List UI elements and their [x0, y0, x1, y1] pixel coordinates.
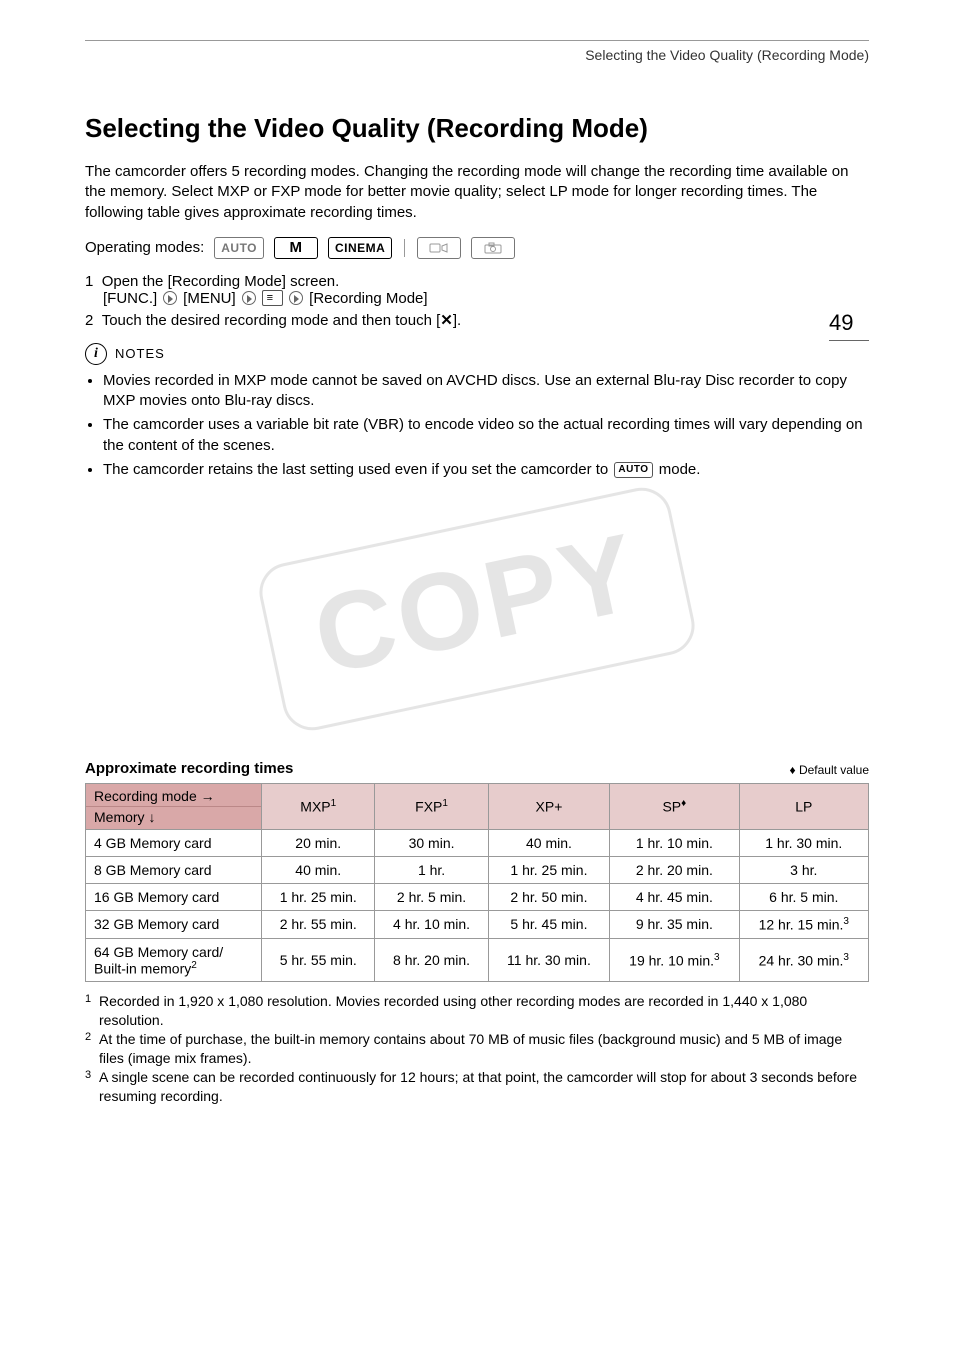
note-item: Movies recorded in MXP mode cannot be sa…: [103, 371, 869, 412]
mode-chip-photo-play-icon: [471, 237, 515, 259]
operating-modes-row: Operating modes: AUTO M CINEMA: [85, 237, 869, 259]
table-cell: 2 hr. 50 min.: [488, 884, 609, 911]
row-label: 8 GB Memory card: [86, 857, 262, 884]
table-row: 32 GB Memory card2 hr. 55 min.4 hr. 10 m…: [86, 911, 869, 939]
notes-heading: i NOTES: [85, 343, 869, 365]
copy-watermark: COPY: [85, 500, 869, 760]
path-menu: [MENU]: [183, 290, 236, 307]
table-cell: 4 hr. 45 min.: [610, 884, 739, 911]
col-mxp: MXP1: [262, 784, 375, 830]
table-cell: 40 min.: [262, 857, 375, 884]
table-cell: 2 hr. 55 min.: [262, 911, 375, 939]
table-row: 8 GB Memory card40 min.1 hr.1 hr. 25 min…: [86, 857, 869, 884]
mode-chip-auto: AUTO: [214, 237, 264, 259]
page-number: 49: [829, 310, 869, 341]
row-label: 16 GB Memory card: [86, 884, 262, 911]
step-1-number: 1: [85, 273, 93, 290]
table-cell: 5 hr. 45 min.: [488, 911, 609, 939]
mode-chip-m: M: [274, 237, 318, 259]
table-cell: 9 hr. 35 min.: [610, 911, 739, 939]
table-cell: 1 hr. 25 min.: [262, 884, 375, 911]
corner-top: Recording mode →: [94, 788, 253, 804]
camera-tab-icon: [262, 290, 283, 306]
col-xpplus: XP+: [488, 784, 609, 830]
table-cell: 1 hr. 30 min.: [739, 830, 868, 857]
mode-chip-cinema: CINEMA: [328, 237, 392, 259]
section-title: Selecting the Video Quality (Recording M…: [85, 113, 869, 144]
path-recmode: [Recording Mode]: [309, 290, 427, 307]
table-corner: Recording mode → Memory ↓: [86, 784, 262, 830]
path-func: [FUNC.]: [103, 290, 157, 307]
corner-bottom: Memory ↓: [94, 809, 253, 825]
table-cell: 11 hr. 30 min.: [488, 938, 609, 982]
mode-separator: [404, 239, 405, 257]
table-cell: 30 min.: [375, 830, 488, 857]
table-cell: 6 hr. 5 min.: [739, 884, 868, 911]
notes-label: NOTES: [115, 346, 165, 361]
table-row: 64 GB Memory card/Built-in memory25 hr. …: [86, 938, 869, 982]
row-label: 4 GB Memory card: [86, 830, 262, 857]
table-title: Approximate recording times: [85, 760, 293, 777]
info-icon: i: [85, 343, 107, 365]
footnotes: 1Recorded in 1,920 x 1,080 resolution. M…: [85, 992, 869, 1105]
col-sp: SP♦: [610, 784, 739, 830]
table-cell: 20 min.: [262, 830, 375, 857]
table-cell: 1 hr. 25 min.: [488, 857, 609, 884]
table-cell: 19 hr. 10 min.3: [610, 938, 739, 982]
intro-paragraph: The camcorder offers 5 recording modes. …: [85, 162, 869, 223]
row-label: 32 GB Memory card: [86, 911, 262, 939]
step-2-text-b: ].: [453, 312, 461, 329]
mode-chip-movie-play-icon: [417, 237, 461, 259]
steps-list: 1 Open the [Recording Mode] screen. [FUN…: [85, 273, 869, 329]
table-cell: 5 hr. 55 min.: [262, 938, 375, 982]
arrow-icon: [289, 291, 303, 305]
table-row: 16 GB Memory card1 hr. 25 min.2 hr. 5 mi…: [86, 884, 869, 911]
table-cell: 2 hr. 20 min.: [610, 857, 739, 884]
table-cell: 24 hr. 30 min.3: [739, 938, 868, 982]
footnote: 1Recorded in 1,920 x 1,080 resolution. M…: [85, 992, 869, 1030]
step-2-number: 2: [85, 312, 93, 329]
table-cell: 12 hr. 15 min.3: [739, 911, 868, 939]
step-2-text-a: Touch the desired recording mode and the…: [102, 312, 441, 329]
table-cell: 40 min.: [488, 830, 609, 857]
note-item: The camcorder uses a variable bit rate (…: [103, 415, 869, 456]
col-lp: LP: [739, 784, 868, 830]
close-x-icon: ✕: [440, 312, 453, 329]
table-cell: 3 hr.: [739, 857, 868, 884]
running-head: Selecting the Video Quality (Recording M…: [85, 47, 869, 63]
col-fxp: FXP1: [375, 784, 488, 830]
table-cell: 2 hr. 5 min.: [375, 884, 488, 911]
arrow-icon: [242, 291, 256, 305]
notes-list: Movies recorded in MXP mode cannot be sa…: [85, 371, 869, 480]
recording-times-table: Recording mode → Memory ↓ MXP1 FXP1 XP+ …: [85, 783, 869, 982]
default-value-label: ♦ Default value: [789, 763, 869, 777]
auto-badge-icon: AUTO: [614, 462, 652, 478]
arrow-icon: [163, 291, 177, 305]
footnote: 3A single scene can be recorded continuo…: [85, 1068, 869, 1106]
note-3a: The camcorder retains the last setting u…: [103, 461, 612, 478]
step-1-path: [FUNC.] [MENU] [Recording Mode]: [103, 290, 869, 307]
step-1-text: Open the [Recording Mode] screen.: [102, 273, 340, 290]
note-3b: mode.: [655, 461, 701, 478]
table-row: 4 GB Memory card20 min.30 min.40 min.1 h…: [86, 830, 869, 857]
table-cell: 1 hr.: [375, 857, 488, 884]
default-value-text: Default value: [799, 763, 869, 777]
operating-modes-label: Operating modes:: [85, 239, 204, 256]
note-item: The camcorder retains the last setting u…: [103, 460, 869, 480]
table-cell: 1 hr. 10 min.: [610, 830, 739, 857]
table-cell: 4 hr. 10 min.: [375, 911, 488, 939]
table-cell: 8 hr. 20 min.: [375, 938, 488, 982]
row-label: 64 GB Memory card/Built-in memory2: [86, 938, 262, 982]
footnote: 2At the time of purchase, the built-in m…: [85, 1030, 869, 1068]
